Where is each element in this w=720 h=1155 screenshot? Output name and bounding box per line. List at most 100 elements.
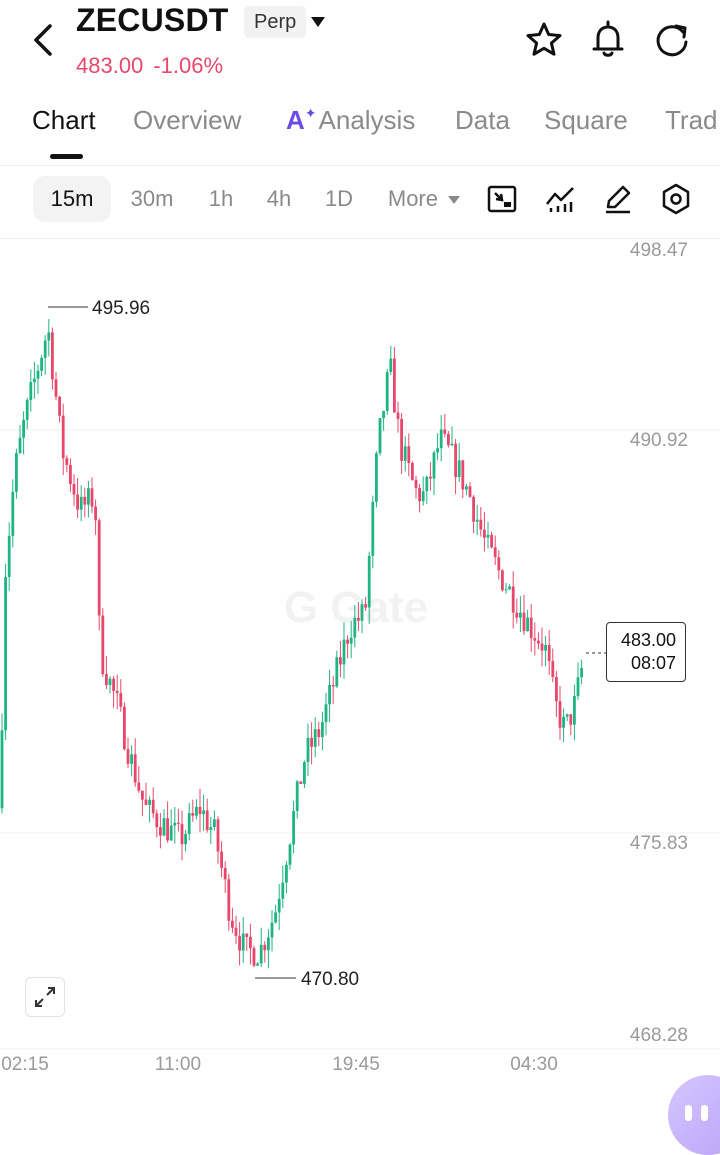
candle-body [148, 799, 151, 805]
candle-body [504, 589, 508, 591]
candle-body [328, 684, 331, 705]
candle-body [576, 677, 580, 697]
timeframe-1d[interactable]: 1D [314, 176, 364, 222]
candle-body [234, 927, 238, 937]
candle-body [317, 729, 321, 738]
candle-body [72, 484, 76, 495]
candle-body [61, 415, 65, 459]
refresh-icon[interactable] [652, 20, 692, 60]
candle-body [238, 936, 241, 951]
candle-body [465, 486, 468, 490]
candle-body [173, 822, 177, 826]
expand-chart-button[interactable] [25, 977, 65, 1017]
candles [0, 319, 583, 969]
indicators-icon[interactable] [543, 182, 577, 216]
last-price-tag: 483.00 08:07 [606, 622, 686, 682]
candle-body [288, 844, 292, 865]
candle-body [339, 657, 342, 665]
candle-body [371, 501, 375, 556]
candle-body [205, 810, 209, 831]
candle-body [151, 799, 155, 814]
candle-body [436, 448, 439, 453]
tab-chart[interactable]: Chart [32, 105, 96, 136]
candle-body [119, 693, 123, 707]
candle-body [306, 737, 310, 763]
candle-body [4, 577, 7, 731]
candle-body [36, 370, 40, 379]
candle-body [90, 488, 94, 507]
more-timeframes-dropdown[interactable]: More [380, 176, 468, 222]
candle-body [285, 864, 288, 883]
candle-body [202, 810, 205, 815]
candle-body [454, 443, 457, 477]
candle-body [346, 639, 349, 644]
candle-body [447, 433, 450, 446]
candle-body [267, 937, 270, 951]
tab-overview[interactable]: Overview [133, 105, 241, 136]
y-axis-label: 468.28 [630, 1025, 688, 1046]
candle-body [0, 730, 4, 809]
candle-body [292, 810, 295, 845]
candle-body [490, 534, 493, 548]
x-axis-label: 04:30 [510, 1054, 558, 1075]
candle-body [519, 612, 522, 618]
caret-down-icon[interactable] [310, 16, 326, 28]
tab-trade[interactable]: Trad [665, 105, 718, 136]
candle-body [29, 382, 33, 400]
candle-body [79, 496, 83, 510]
indicator-settings-icon[interactable] [485, 182, 519, 216]
timeframe-1h[interactable]: 1h [196, 176, 246, 222]
settings-icon[interactable] [659, 182, 693, 216]
candle-body [51, 332, 54, 380]
tab-square[interactable]: Square [544, 105, 628, 136]
candle-body [533, 638, 537, 641]
tab-analysis[interactable]: A✦Analysis [286, 105, 415, 136]
candle-body [493, 547, 497, 558]
candle-body [321, 722, 324, 738]
candle-body [159, 827, 162, 836]
candlestick-chart[interactable]: G Gate 498.47 490.92 475.83 468.28 02:15 11:0… [0, 238, 720, 1155]
candle-body [382, 411, 385, 419]
candle-body [231, 920, 234, 928]
candle-body [558, 701, 562, 728]
candle-body [425, 476, 429, 492]
candle-body [580, 667, 583, 678]
timeframe-30m[interactable]: 30m [120, 176, 184, 222]
candle-body [551, 661, 555, 677]
candle-body [209, 827, 213, 831]
back-chevron-icon[interactable] [26, 20, 62, 60]
candle-body [137, 782, 141, 791]
candle-body [411, 463, 414, 480]
candle-body [375, 453, 378, 502]
candle-body [393, 358, 396, 413]
assistant-floating-button[interactable] [668, 1075, 720, 1155]
candle-body [357, 617, 360, 621]
timeframe-15m[interactable]: 15m [33, 176, 111, 222]
candle-body [144, 799, 148, 805]
candle-body [335, 657, 339, 687]
candle-body [33, 378, 36, 383]
x-axis-label: 19:45 [332, 1054, 380, 1075]
candle-body [508, 586, 511, 590]
more-label: More [387, 186, 438, 211]
tab-data[interactable]: Data [455, 105, 510, 136]
candle-body [162, 818, 166, 836]
candle-body [547, 644, 551, 662]
contract-type-badge[interactable]: Perp [244, 6, 307, 38]
candle-body [15, 453, 18, 492]
bell-icon[interactable] [588, 20, 628, 60]
draw-icon[interactable] [601, 182, 635, 216]
tab-analysis-label: Analysis [318, 105, 416, 135]
candle-body [303, 762, 306, 784]
candle-body [522, 612, 526, 632]
candle-body [407, 446, 411, 464]
pair-title[interactable]: ZECUSDT [76, 2, 229, 39]
timeframe-4h[interactable]: 4h [255, 176, 303, 222]
candle-body [40, 357, 43, 371]
candle-body [220, 851, 223, 868]
candle-body [112, 678, 115, 691]
star-icon[interactable] [524, 20, 564, 60]
candle-body [105, 673, 108, 685]
candle-body [569, 714, 573, 725]
candle-body [342, 639, 346, 665]
